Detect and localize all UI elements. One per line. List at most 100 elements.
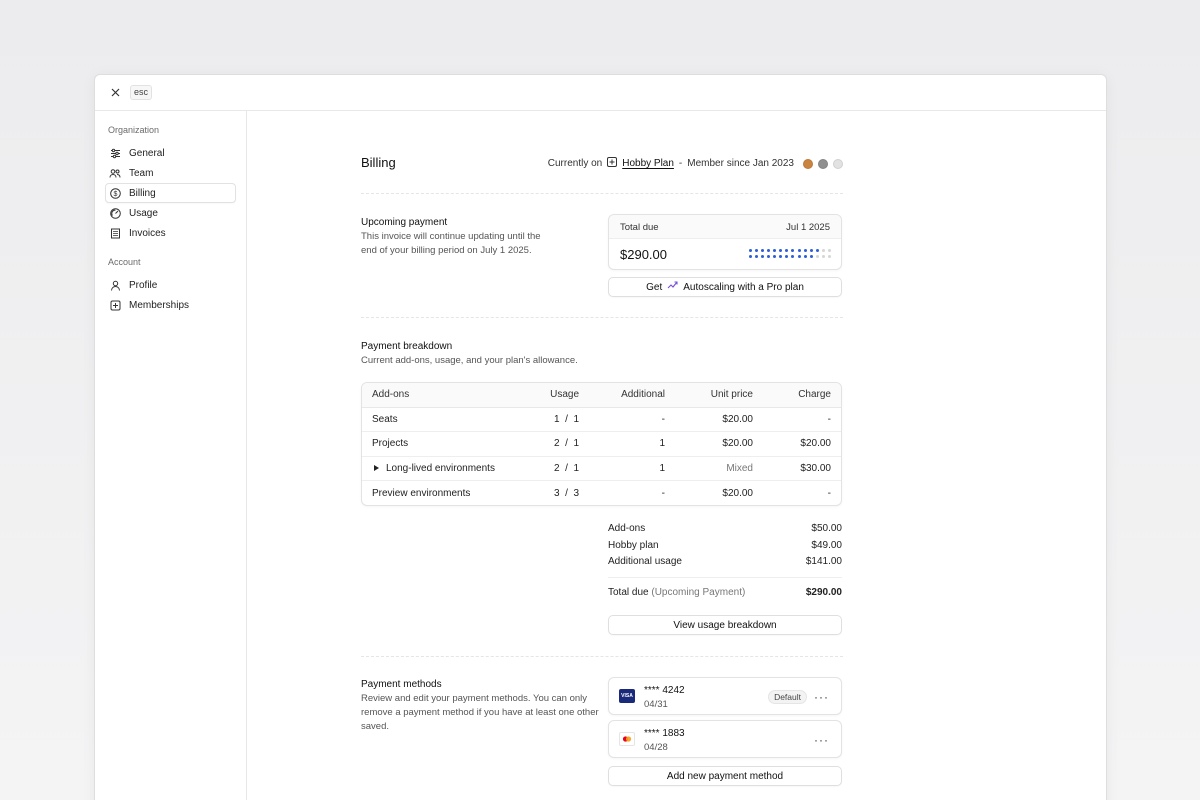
avatar[interactable] bbox=[818, 158, 828, 169]
col-header-charge: Charge bbox=[760, 383, 841, 408]
gauge-icon bbox=[109, 207, 121, 219]
usage-limit: 1 bbox=[573, 413, 579, 425]
sidebar-item-invoices[interactable]: Invoices bbox=[105, 223, 236, 243]
usage-used: 3 bbox=[553, 487, 560, 499]
usage-slash: / bbox=[565, 438, 568, 450]
payment-method-card[interactable]: **** 1883 04/28 ··· bbox=[608, 720, 842, 758]
progress-dot bbox=[773, 255, 777, 258]
sidebar-item-memberships[interactable]: Memberships bbox=[105, 295, 236, 315]
more-options-icon[interactable]: ··· bbox=[814, 733, 829, 747]
progress-dot bbox=[803, 249, 807, 252]
more-options-icon[interactable]: ··· bbox=[814, 690, 829, 704]
progress-dot bbox=[748, 249, 752, 252]
sidebar-item-label: Billing bbox=[129, 187, 156, 199]
sidebar-item-profile[interactable]: Profile bbox=[105, 275, 236, 295]
charge-cell: - bbox=[827, 487, 831, 499]
card-number: **** 4242 bbox=[644, 685, 685, 696]
usage-limit: 3 bbox=[573, 487, 579, 499]
progress-dot bbox=[779, 255, 783, 258]
summary-row-plan: Hobby plan $49.00 bbox=[608, 540, 842, 551]
table-row: Preview environments 3 / 3 - $20.00 - bbox=[362, 481, 841, 506]
autoscaling-upgrade-button[interactable]: Get Autoscaling with a Pro plan bbox=[608, 277, 842, 297]
usage-limit: 1 bbox=[573, 462, 579, 474]
add-payment-method-button[interactable]: Add new payment method bbox=[608, 766, 842, 786]
summary-value: $50.00 bbox=[811, 523, 842, 534]
total-due-card: Total due Jul 1 2025 $290.00 bbox=[608, 214, 842, 270]
additional-cell: 1 bbox=[585, 456, 675, 481]
view-usage-breakdown-button[interactable]: View usage breakdown bbox=[608, 615, 842, 635]
addon-name: Preview environments bbox=[372, 487, 471, 499]
desc-line: remove a payment method if you have at l… bbox=[361, 707, 599, 718]
section-divider bbox=[361, 317, 843, 318]
card-expiry: 04/31 bbox=[644, 699, 668, 710]
card-number: **** 1883 bbox=[644, 728, 685, 739]
table-row: Projects 2 / 1 1 $20.00 $20.00 bbox=[362, 431, 841, 457]
payment-methods-title: Payment methods bbox=[361, 679, 442, 690]
summary-value: $49.00 bbox=[811, 540, 842, 551]
usage-limit: 1 bbox=[573, 438, 579, 450]
col-header-usage: Usage bbox=[512, 383, 585, 408]
payment-method-card[interactable]: VISA **** 4242 04/31 Default ··· bbox=[608, 677, 842, 715]
desc-line: saved. bbox=[361, 721, 389, 732]
usage-slash: / bbox=[565, 413, 568, 425]
card-expiry: 04/28 bbox=[644, 742, 668, 753]
summary-label: Hobby plan bbox=[608, 540, 659, 551]
due-date: Jul 1 2025 bbox=[786, 222, 830, 233]
progress-dot bbox=[809, 255, 813, 258]
summary-row-usage: Additional usage $141.00 bbox=[608, 556, 842, 567]
close-icon[interactable] bbox=[109, 87, 121, 99]
breakdown-table-card: Add-ons Usage Additional Unit price Char… bbox=[361, 382, 842, 506]
progress-dot bbox=[803, 255, 807, 258]
usage-cell: 1 / 1 bbox=[512, 407, 585, 432]
esc-key-hint: esc bbox=[130, 85, 153, 100]
plan-link[interactable]: Hobby Plan bbox=[622, 158, 674, 169]
separator: - bbox=[678, 158, 683, 169]
caret-right-icon[interactable] bbox=[374, 463, 379, 474]
usage-used: 1 bbox=[553, 413, 560, 425]
progress-dot bbox=[754, 249, 758, 252]
usage-slash: / bbox=[565, 487, 568, 499]
sidebar-heading-account: Account bbox=[108, 257, 141, 267]
user-icon bbox=[109, 279, 121, 291]
sidebar-heading-organization: Organization bbox=[108, 125, 160, 135]
desc-line: end of your billing period on July 1 202… bbox=[361, 245, 532, 256]
section-divider bbox=[361, 193, 843, 194]
col-header-additional: Additional bbox=[585, 383, 675, 408]
progress-dot bbox=[791, 255, 795, 258]
sidebar-item-usage[interactable]: Usage bbox=[105, 203, 236, 223]
summary-row-addons: Add-ons $50.00 bbox=[608, 523, 842, 534]
sliders-icon bbox=[109, 147, 121, 159]
sidebar-item-general[interactable]: General bbox=[105, 143, 236, 163]
avatar[interactable] bbox=[803, 158, 813, 169]
progress-dot bbox=[797, 255, 801, 258]
upcoming-payment-title: Upcoming payment bbox=[361, 217, 448, 228]
charge-cell: $30.00 bbox=[760, 456, 841, 481]
page-title: Billing bbox=[361, 155, 396, 170]
summary-total-note: (Upcoming Payment) bbox=[651, 587, 746, 598]
top-bar: esc bbox=[95, 75, 1106, 111]
mastercard-icon bbox=[619, 732, 635, 746]
progress-dot bbox=[791, 249, 795, 252]
avatar[interactable] bbox=[833, 158, 843, 169]
button-label: Get bbox=[646, 281, 663, 293]
col-header-addons: Add-ons bbox=[362, 383, 512, 408]
usage-used: 2 bbox=[553, 438, 560, 450]
addon-name: Seats bbox=[362, 407, 512, 432]
progress-dot bbox=[767, 249, 771, 252]
table-row-expandable[interactable]: Long-lived environments 2 / 1 1 Mixed $3… bbox=[362, 456, 841, 481]
progress-dot bbox=[773, 249, 777, 252]
plus-square-icon bbox=[109, 299, 121, 311]
payment-breakdown-desc: Current add-ons, usage, and your plan's … bbox=[361, 355, 578, 366]
progress-dot bbox=[828, 249, 831, 252]
sidebar: Organization General Team $ Billing Usag… bbox=[95, 111, 247, 800]
charge-cell: - bbox=[760, 407, 841, 432]
sidebar-item-label: General bbox=[129, 147, 165, 159]
charge-cell: $20.00 bbox=[760, 431, 841, 457]
total-label-group: Total due (Upcoming Payment) bbox=[608, 587, 745, 598]
summary-label: Additional usage bbox=[608, 556, 682, 567]
progress-dot bbox=[760, 255, 764, 258]
sidebar-item-team[interactable]: Team bbox=[105, 163, 236, 183]
svg-text:$: $ bbox=[113, 191, 117, 198]
sidebar-item-billing[interactable]: $ Billing bbox=[105, 183, 236, 203]
settings-window: esc Organization General Team $ Billing bbox=[94, 74, 1107, 800]
